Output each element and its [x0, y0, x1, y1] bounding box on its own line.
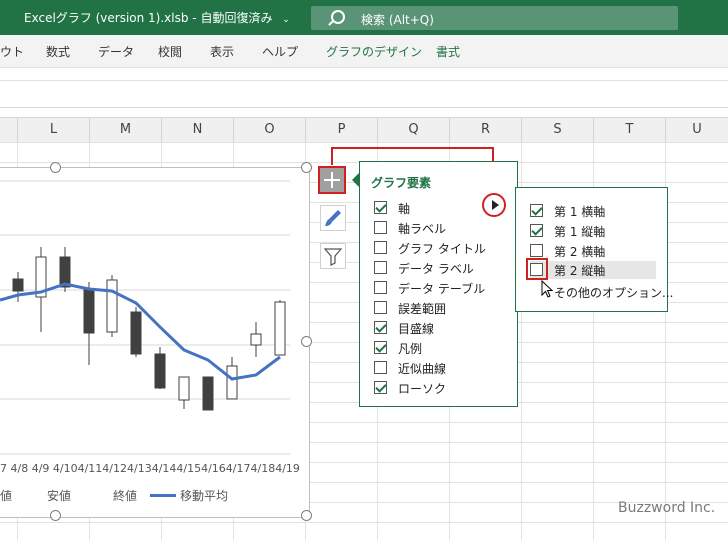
element-label: データ ラベル: [398, 262, 474, 276]
chart-title-checkbox[interactable]: [374, 241, 387, 254]
element-label: データ テーブル: [398, 282, 486, 296]
tab-help[interactable]: ヘルプ: [262, 43, 298, 60]
column-header-t[interactable]: T: [594, 118, 666, 142]
candle-body: [154, 353, 166, 389]
window-title-text: Excelグラフ (version 1).xlsb - 自動回復済み: [24, 11, 273, 25]
submenu-label: 第 1 縦軸: [554, 225, 606, 239]
panel-title: グラフ要素: [371, 176, 432, 190]
column-header-n[interactable]: N: [162, 118, 234, 142]
element-label: 軸ラベル: [398, 222, 447, 236]
ribbon-tabs: ウト 数式 データ 校閲 表示 ヘルプ グラフのデザイン 書式: [0, 35, 728, 68]
column-header-l[interactable]: L: [18, 118, 90, 142]
element-label: 近似曲線: [398, 362, 447, 376]
axis-checkbox[interactable]: [374, 201, 387, 214]
column-header-m[interactable]: M: [90, 118, 162, 142]
search-box[interactable]: 検索 (Alt+Q): [311, 6, 678, 30]
tab-formulas[interactable]: 数式: [46, 43, 70, 60]
primary-horizontal-checkbox[interactable]: [530, 204, 543, 217]
legend-close: 終値: [113, 489, 138, 503]
legend-moving-average: 移動平均: [180, 489, 229, 503]
column-header-s[interactable]: S: [522, 118, 594, 142]
resize-handle[interactable]: [301, 510, 312, 521]
column-header-r[interactable]: R: [450, 118, 522, 142]
submenu-secondary-vertical[interactable]: 第 2 縦軸: [530, 261, 656, 279]
axis-expand-arrow-icon[interactable]: [482, 193, 506, 217]
trendline-checkbox[interactable]: [374, 361, 387, 374]
mouse-cursor-icon: [541, 280, 554, 298]
secondary-horizontal-checkbox[interactable]: [530, 244, 543, 257]
window-title: Excelグラフ (version 1).xlsb - 自動回復済み ⌄: [24, 9, 290, 26]
column-header-partial[interactable]: [0, 118, 18, 142]
submenu-label: 第 1 横軸: [554, 205, 606, 219]
data-table-checkbox[interactable]: [374, 281, 387, 294]
candle-body: [274, 301, 286, 356]
tab-chart-design[interactable]: グラフのデザイン: [326, 43, 422, 60]
element-label: 誤差範囲: [398, 302, 447, 316]
column-header-p[interactable]: P: [306, 118, 378, 142]
candle-body: [178, 376, 190, 401]
tab-view[interactable]: 表示: [210, 43, 234, 60]
submenu-label: 第 2 縦軸: [554, 264, 606, 278]
more-axis-options-link[interactable]: その他のオプション...: [554, 284, 673, 302]
candle-body: [12, 278, 24, 292]
submenu-label: 第 2 横軸: [554, 245, 606, 259]
resize-handle[interactable]: [301, 162, 312, 173]
element-label: 軸: [398, 202, 411, 216]
gridlines-checkbox[interactable]: [374, 321, 387, 334]
formula-bar[interactable]: [0, 80, 728, 108]
column-header-u[interactable]: U: [666, 118, 728, 142]
axis-submenu: 第 1 横軸 第 1 縦軸 第 2 横軸 第 2 縦軸 その他のオプション...: [515, 187, 673, 312]
resize-handle[interactable]: [50, 510, 61, 521]
candle-body: [106, 279, 118, 333]
column-header-q[interactable]: Q: [378, 118, 450, 142]
candle-body: [226, 365, 238, 400]
title-bar: Excelグラフ (version 1).xlsb - 自動回復済み ⌄ 検索 …: [0, 0, 728, 35]
candle-body: [250, 333, 262, 346]
primary-vertical-checkbox[interactable]: [530, 224, 543, 237]
resize-handle[interactable]: [50, 162, 61, 173]
candle-body: [202, 376, 214, 411]
element-label: 凡例: [398, 342, 423, 356]
axis-titles-checkbox[interactable]: [374, 221, 387, 234]
data-labels-checkbox[interactable]: [374, 261, 387, 274]
search-placeholder: 検索 (Alt+Q): [361, 13, 434, 27]
legend-open: 値: [0, 489, 13, 503]
watermark: Buzzword Inc.: [618, 500, 716, 516]
legend-moving-average-swatch: [150, 494, 176, 497]
column-header-o[interactable]: O: [234, 118, 306, 142]
plot-gridlines: [0, 180, 290, 455]
candle-body: [83, 289, 95, 334]
submenu-primary-vertical[interactable]: 第 1 縦軸: [530, 222, 656, 240]
highlight-box: [526, 258, 548, 280]
element-label: ローソク: [398, 382, 447, 396]
element-label: 目盛線: [398, 322, 435, 336]
submenu-primary-horizontal[interactable]: 第 1 横軸: [530, 202, 656, 220]
tab-layout[interactable]: ウト: [0, 43, 24, 60]
legend-low: 安値: [47, 489, 72, 503]
column-headers: L M N O P Q R S T U: [0, 117, 728, 143]
tab-data[interactable]: データ: [98, 43, 134, 60]
title-dropdown-icon[interactable]: ⌄: [282, 15, 290, 25]
element-label: グラフ タイトル: [398, 242, 486, 256]
legend-checkbox[interactable]: [374, 341, 387, 354]
x-axis-labels: 7 4/8 4/9 4/104/114/124/134/144/154/164/…: [0, 462, 300, 475]
resize-handle[interactable]: [301, 336, 312, 347]
error-bars-checkbox[interactable]: [374, 301, 387, 314]
candle-body: [130, 311, 142, 355]
submenu-secondary-horizontal[interactable]: 第 2 横軸: [530, 242, 656, 260]
search-icon: [331, 10, 345, 24]
tab-review[interactable]: 校閲: [158, 43, 182, 60]
tab-format[interactable]: 書式: [436, 43, 460, 60]
up-down-bars-checkbox[interactable]: [374, 381, 387, 394]
